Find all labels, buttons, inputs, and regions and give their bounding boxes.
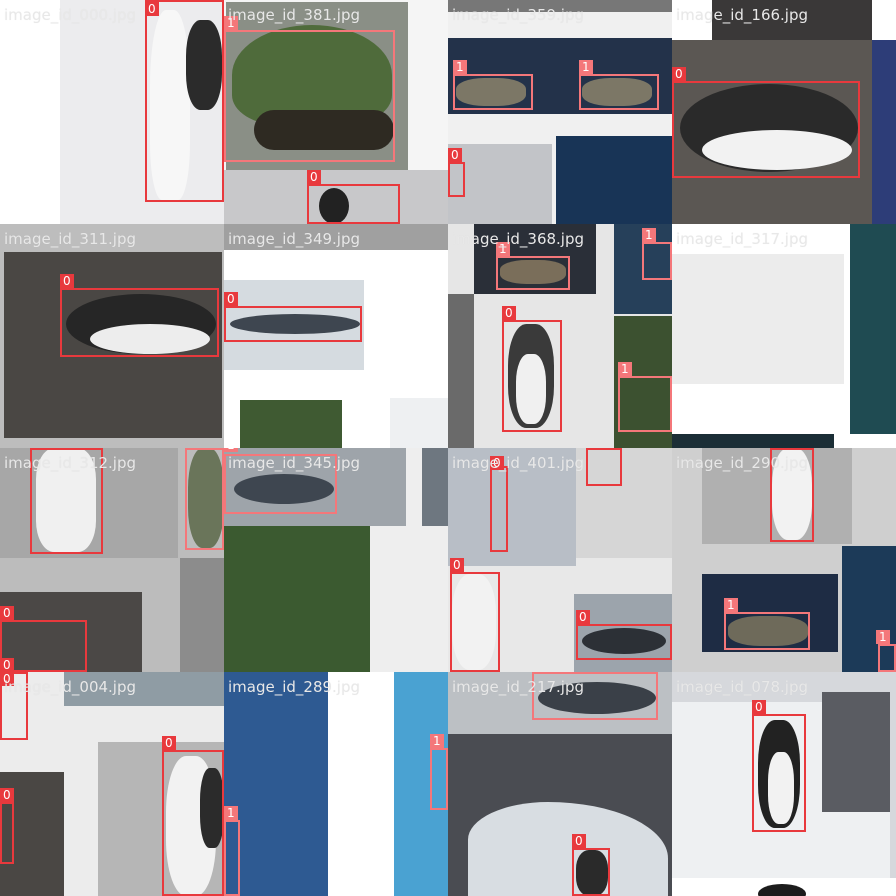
filename-label: image_id_217.jpg [452,678,585,696]
penguin-bbox [448,162,465,197]
turtle-bbox [224,30,395,162]
turtle-class-tag: 1 [224,806,238,820]
penguin-class-tag: 0 [0,658,14,672]
filename-label: image_id_359.jpg [452,6,585,24]
photo-speckled-snow [672,254,844,384]
filename-label: image_id_401.jpg [452,454,585,472]
filename-label: image_id_078.jpg [676,678,809,696]
penguin-bbox [572,848,610,896]
penguin-class-tag: 0 [0,788,14,802]
penguin-class-tag: 0 [502,306,516,320]
filename-label: image_id_312.jpg [4,454,137,472]
penguin-class-tag: 0 [576,610,590,624]
penguin-bbox [224,306,362,342]
photo-grey-column [448,294,474,448]
turtle-class-tag: 1 [724,598,738,612]
turtle-class-tag: 1 [430,734,444,748]
turtle-class-tag: 1 [185,448,199,450]
tile-image-368[interactable]: 1 1 1 0 image_id_368.jpg [448,224,672,448]
penguin-class-tag: 0 [224,292,238,306]
penguin-class-tag: 0 [572,834,586,848]
penguin-class-tag: 0 [162,736,176,750]
filename-label: image_id_311.jpg [4,230,137,248]
turtle-bbox [185,448,224,550]
photo-grey-edge [422,448,448,526]
penguin-class-tag: 0 [0,606,14,620]
penguin-bbox [586,448,622,486]
filename-label: image_id_290.jpg [676,454,809,472]
filename-label: image_id_317.jpg [676,230,809,248]
penguin-class-tag: 0 [450,558,464,572]
photo-plant-panel [240,400,342,448]
turtle-class-tag: 1 [224,448,238,452]
tile-image-359[interactable]: 1 1 0 image_id_359.jpg [448,0,672,224]
penguin-bbox [502,320,562,432]
tile-image-289[interactable]: 1 1 image_id_289.jpg [224,672,448,896]
turtle-bbox [224,820,240,896]
photo-plant-panel [224,526,370,672]
filename-label: image_id_004.jpg [4,678,137,696]
turtle-bbox [642,242,672,280]
penguin-bbox [307,184,400,224]
tile-image-317[interactable]: image_id_317.jpg [672,224,896,448]
filename-label: image_id_000.jpg [4,6,137,24]
penguin-class-tag: 0 [145,2,159,16]
tile-image-290[interactable]: 0 1 1 image_id_290.jpg [672,448,896,672]
penguin-class-tag: 0 [307,170,321,184]
turtle-class-tag: 1 [618,362,632,376]
tile-image-004[interactable]: 0 0 0 image_id_004.jpg [0,672,224,896]
penguin-bbox [752,714,806,832]
penguin-bbox [450,572,500,672]
photo-blue-edge [872,40,896,224]
turtle-class-tag: 1 [453,60,467,74]
photo-snow-panel [390,398,448,448]
penguin-class-tag: 0 [448,148,462,162]
image-grid: 0 image_id_000.jpg 1 0 image_id_381.jpg … [0,0,896,896]
penguin-class-tag: 0 [752,700,766,714]
penguin-class-tag: 0 [672,67,686,81]
tile-image-217[interactable]: 1 0 image_id_217.jpg [448,672,672,896]
turtle-bbox [618,376,672,432]
penguin-bbox [672,81,860,178]
tile-image-381[interactable]: 1 0 image_id_381.jpg [224,0,448,224]
penguin-bbox [162,750,224,896]
photo-dark-water [556,136,672,224]
turtle-bbox [453,74,533,110]
filename-label: image_id_368.jpg [452,230,585,248]
penguin-class-tag: 0 [60,274,74,288]
tile-image-166[interactable]: 0 image_id_166.jpg [672,0,896,224]
filename-label: image_id_345.jpg [228,454,361,472]
turtle-bbox [430,748,448,810]
filename-label: image_id_289.jpg [228,678,361,696]
filename-label: image_id_381.jpg [228,6,361,24]
photo-dark-strip [672,434,834,448]
tile-image-312[interactable]: 0 1 0 0 image_id_312.jpg [0,448,224,672]
turtle-class-tag: 1 [642,228,656,242]
tile-image-349[interactable]: 0 image_id_349.jpg [224,224,448,448]
photo-grey-column [180,558,224,672]
turtle-bbox [724,612,810,650]
photo-dark-rock [822,692,890,812]
turtle-bbox [496,256,570,290]
penguin-bbox [145,0,224,202]
tile-image-000[interactable]: 0 image_id_000.jpg [0,0,224,224]
tile-image-078[interactable]: 0 image_id_078.jpg [672,672,896,896]
penguin-bbox [0,802,14,864]
turtle-bbox [878,644,896,672]
tile-image-311[interactable]: 0 image_id_311.jpg [0,224,224,448]
filename-label: image_id_349.jpg [228,230,361,248]
penguin-bbox [490,466,508,552]
tile-image-401[interactable]: 0 0 0 0 image_id_401.jpg [448,448,672,672]
photo-water-edge [850,224,896,434]
penguin-bbox [60,288,219,357]
turtle-class-tag: 1 [579,60,593,74]
filename-label: image_id_166.jpg [676,6,809,24]
penguin-bbox [576,624,672,660]
tile-image-345[interactable]: 1 image_id_345.jpg [224,448,448,672]
turtle-bbox [579,74,659,110]
turtle-class-tag: 1 [876,630,890,644]
